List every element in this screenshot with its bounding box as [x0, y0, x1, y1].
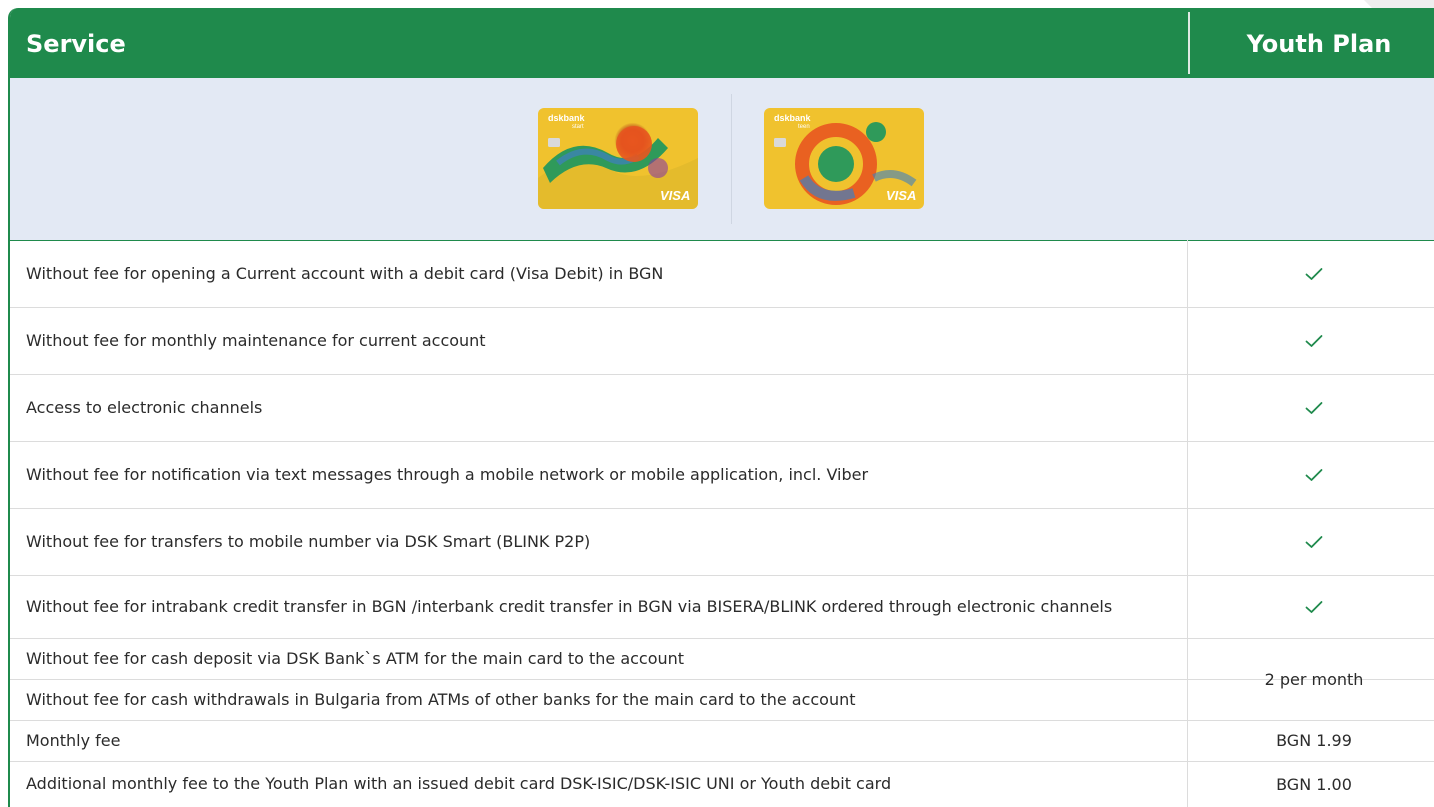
row-label-text: Without fee for notification via text me…	[26, 464, 869, 484]
card-network: VISA	[660, 188, 690, 203]
card-brand: dskbank	[774, 113, 812, 123]
row-label: Without fee for intrabank credit transfe…	[26, 575, 1178, 638]
header-service: Service	[26, 30, 126, 58]
row-value: BGN 1.00	[1276, 774, 1352, 794]
dsk-start-card-image: dskbank start VISA	[538, 108, 698, 209]
table-row: Without fee for transfers to mobile numb…	[10, 508, 1434, 576]
row-label: Without fee for transfers to mobile numb…	[26, 508, 1178, 575]
table-row: Additional monthly fee to the Youth Plan…	[10, 761, 1434, 807]
cards-row: dskbank start VISA dskbank teen VISA	[10, 78, 1434, 241]
row-label-text: Without fee for opening a Current accoun…	[26, 263, 664, 283]
header-youth-plan: Youth Plan	[1246, 30, 1392, 58]
check-icon	[1188, 508, 1434, 575]
row-label: Without fee for cash withdrawals in Bulg…	[26, 679, 1178, 720]
row-value: BGN 1.99	[1276, 731, 1352, 750]
table-row: Without fee for intrabank credit transfe…	[10, 575, 1434, 639]
table-row: Access to electronic channels	[10, 374, 1434, 442]
check-icon	[1188, 374, 1434, 441]
dsk-teen-card-image: dskbank teen VISA	[764, 108, 924, 209]
table-row: Without fee for opening a Current accoun…	[10, 240, 1434, 308]
merged-value-2-per-month: 2 per month	[1264, 669, 1364, 689]
row-label-text: Additional monthly fee to the Youth Plan…	[26, 774, 892, 793]
card-network: VISA	[886, 188, 916, 203]
row-label-text: Without fee for cash deposit via DSK Ban…	[26, 648, 685, 668]
row-label-text: Without fee for transfers to mobile numb…	[26, 531, 591, 551]
row-label-text: Without fee for cash withdrawals in Bulg…	[26, 689, 856, 709]
table-header: Service Youth Plan	[10, 8, 1434, 78]
check-icon	[1188, 441, 1434, 508]
card-brand: dskbank	[548, 113, 586, 123]
card-subtitle: start	[572, 124, 584, 130]
cards-separator	[731, 94, 732, 224]
row-label: Without fee for opening a Current accoun…	[26, 240, 1178, 307]
row-label: Monthly fee	[26, 720, 1178, 761]
row-label: Additional monthly fee to the Youth Plan…	[26, 761, 1178, 807]
row-label-text: Access to electronic channels	[26, 397, 263, 417]
table-row: Monthly fee BGN 1.99	[10, 720, 1434, 762]
check-icon	[1188, 240, 1434, 307]
check-icon	[1188, 307, 1434, 374]
check-icon	[1188, 575, 1434, 638]
youth-plan-table: Service Youth Plan dskbank start VISA ds…	[8, 8, 1434, 807]
row-label: Access to electronic channels	[26, 374, 1178, 441]
row-label-text: Without fee for monthly maintenance for …	[26, 330, 486, 350]
value-column-separator	[1187, 240, 1188, 807]
row-label: Without fee for cash deposit via DSK Ban…	[26, 638, 1178, 679]
table-row: Without fee for notification via text me…	[10, 441, 1434, 509]
card-subtitle: teen	[798, 124, 810, 130]
row-label-text: Without fee for intrabank credit transfe…	[26, 596, 1113, 616]
row-label: Without fee for notification via text me…	[26, 441, 1178, 508]
row-label: Without fee for monthly maintenance for …	[26, 307, 1178, 374]
row-label-text: Monthly fee	[26, 730, 121, 750]
table-row: Without fee for monthly maintenance for …	[10, 307, 1434, 375]
